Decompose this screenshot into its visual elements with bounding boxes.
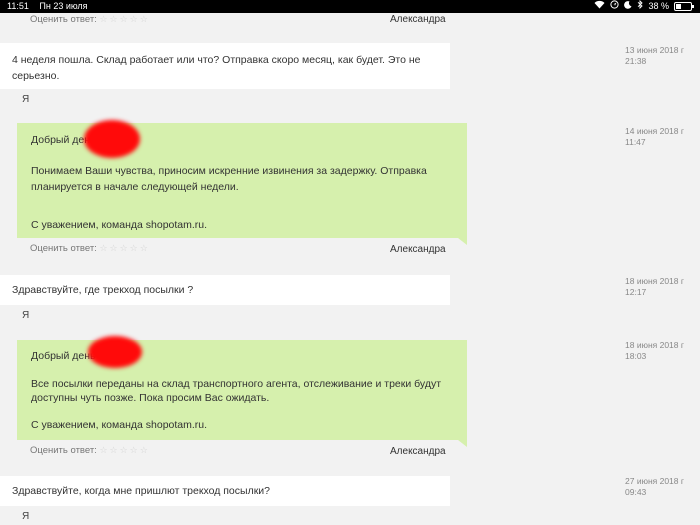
status-time: 11:51: [7, 1, 29, 11]
rating-label: Оценить ответ:: [30, 14, 97, 25]
staff-name: Александра: [390, 14, 446, 25]
message-date: 18 июня 2018 г 12:17: [625, 276, 684, 297]
staff-message: Добрый день Все посылки переданы на скла…: [17, 340, 467, 447]
message-line: Здравствуйте, когда мне пришлют трекход …: [12, 485, 270, 497]
message-date: 18 июня 2018 г 18:03: [625, 340, 684, 361]
message-line: 4 неделя пошла. Склад работает или что? …: [12, 54, 421, 66]
signature: С уважением, команда shopotam.ru.: [31, 219, 208, 231]
rating-label: Оценить ответ:: [30, 243, 97, 254]
message-line: доступны чуть позже. Пока просим Вас ожи…: [31, 392, 270, 404]
rating-row: Оценить ответ: ☆☆☆☆☆: [30, 243, 150, 254]
staff-name: Александра: [390, 446, 446, 457]
bluetooth-icon: [637, 0, 644, 13]
message-line: Здравствуйте, где трекход посылки ?: [12, 284, 194, 296]
rating-stars[interactable]: ☆☆☆☆☆: [99, 243, 149, 253]
signature: С уважением, команда shopotam.ru.: [31, 419, 208, 431]
rating-label: Оценить ответ:: [30, 445, 97, 456]
battery-percent: 38 %: [648, 1, 669, 11]
moon-icon: [624, 0, 632, 13]
message-line: Понимаем Ваши чувства, приносим искренни…: [31, 165, 427, 177]
user-message: Здравствуйте, где трекход посылки ?: [0, 275, 450, 305]
message-date: 13 июня 2018 г 21:38: [625, 45, 684, 66]
rating-stars[interactable]: ☆☆☆☆☆: [99, 14, 149, 24]
user-tag: Я: [22, 94, 30, 105]
user-tag: Я: [22, 511, 30, 522]
staff-name: Александра: [390, 244, 446, 255]
location-icon: [610, 0, 620, 13]
message-date: 27 июня 2018 г 09:43: [625, 476, 684, 497]
redaction-mark: [88, 336, 142, 368]
user-tag: Я: [22, 310, 30, 321]
battery-icon: [674, 2, 694, 11]
wifi-icon: [594, 0, 605, 13]
redaction-mark: [84, 120, 140, 158]
rating-row: Оценить ответ: ☆☆☆☆☆: [30, 14, 150, 25]
status-bar: 11:51 Пн 23 июля 38 %: [0, 0, 700, 13]
status-date: Пн 23 июля: [39, 1, 88, 11]
message-date: 14 июня 2018 г 11:47: [625, 126, 684, 147]
message-line: серьезно.: [12, 70, 60, 82]
message-line: планируется в начале следующей недели.: [31, 181, 239, 193]
rating-row: Оценить ответ: ☆☆☆☆☆: [30, 445, 150, 456]
rating-stars[interactable]: ☆☆☆☆☆: [99, 445, 149, 455]
user-message: Здравствуйте, когда мне пришлют трекход …: [0, 476, 450, 506]
user-message: 4 неделя пошла. Склад работает или что? …: [0, 43, 450, 89]
